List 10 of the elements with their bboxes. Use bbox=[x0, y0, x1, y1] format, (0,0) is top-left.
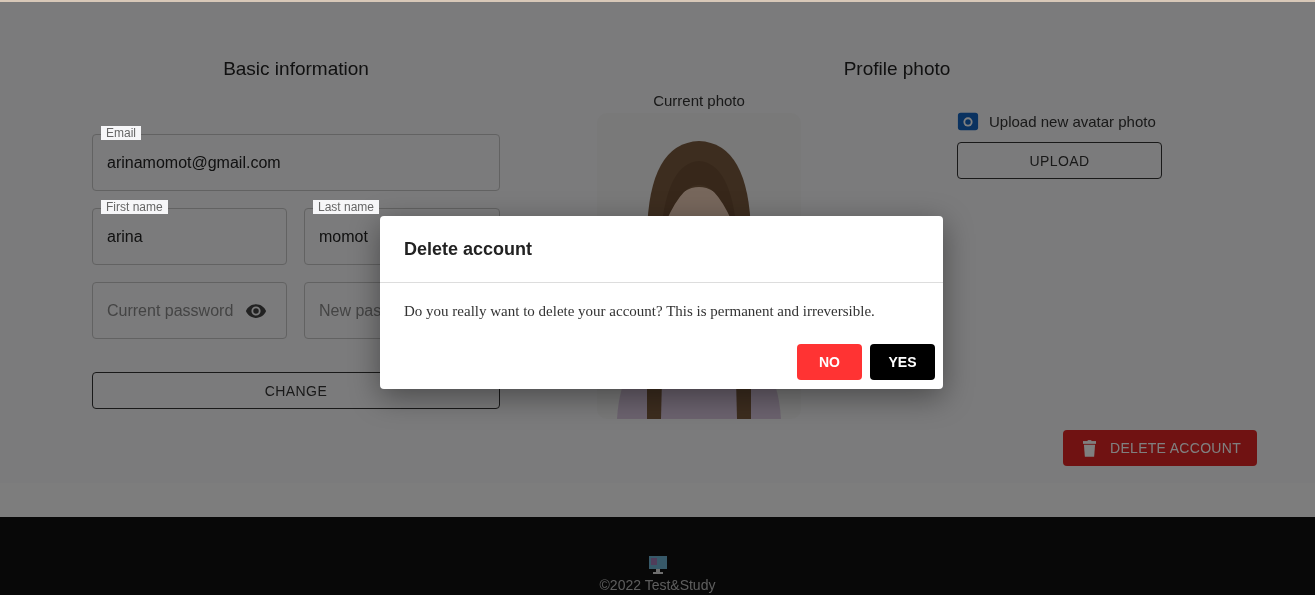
copyright-text: ©2022 Test&Study bbox=[599, 577, 716, 593]
section-heading: Basic information bbox=[223, 58, 369, 80]
field-label: First name bbox=[101, 200, 168, 214]
dialog-message: Do you really want to delete your account? This is permanent and irreversible. bbox=[404, 303, 876, 320]
field-label: Last name bbox=[313, 200, 380, 214]
photo-caption: Current photo bbox=[653, 92, 745, 109]
field-label: Email bbox=[101, 126, 141, 140]
upload-label: Upload new avatar photo bbox=[989, 112, 1156, 130]
dialog-title: Delete account bbox=[404, 238, 533, 260]
section-heading: Profile photo bbox=[842, 58, 952, 80]
